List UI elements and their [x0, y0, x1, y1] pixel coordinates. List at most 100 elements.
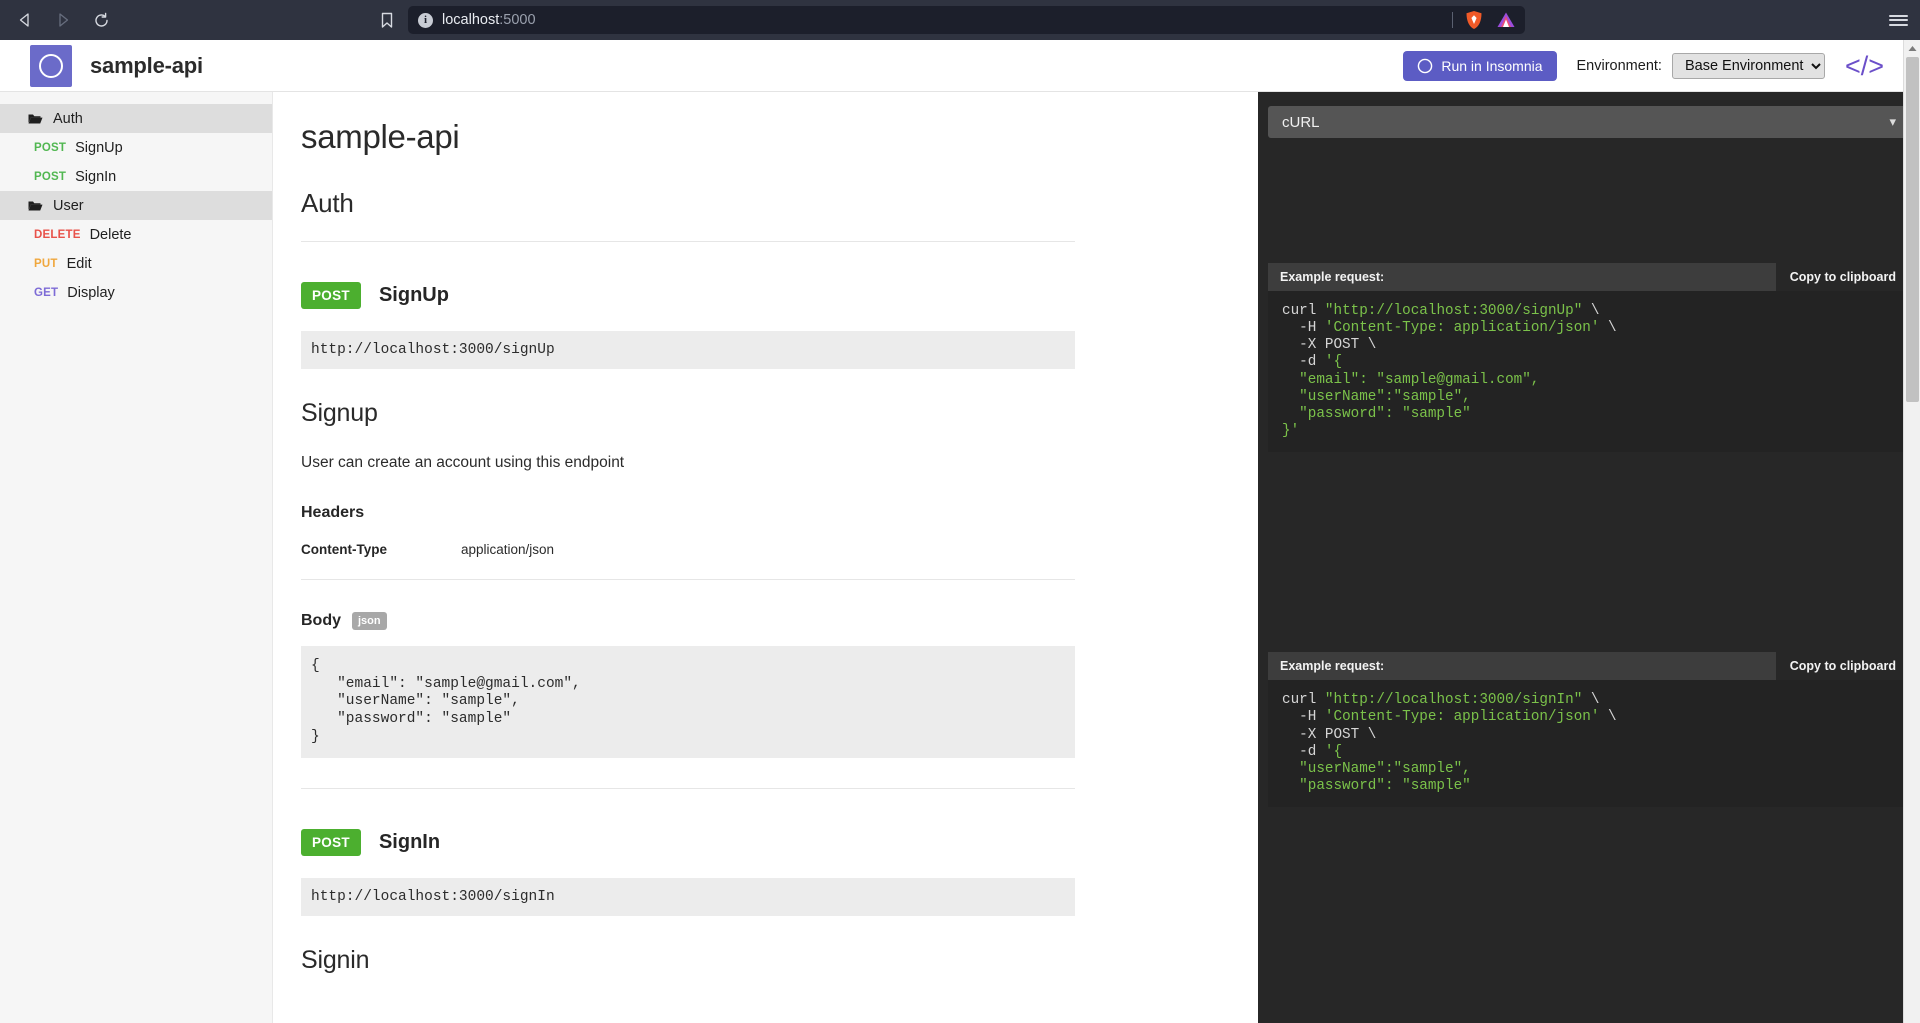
- endpoint-signin: POST SignIn http://localhost:3000/signIn…: [301, 829, 1075, 975]
- info-icon[interactable]: i: [418, 12, 433, 28]
- hamburger-menu-icon: [1889, 12, 1908, 28]
- header-row: Content-Type application/json: [301, 542, 1075, 580]
- method-badge: POST: [34, 170, 67, 183]
- brave-shield-icon[interactable]: [1463, 9, 1485, 31]
- doc-title: sample-api: [301, 118, 460, 155]
- curl-code-block: curl "http://localhost:3000/signIn" \ -H…: [1268, 680, 1910, 808]
- brand: sample-api: [30, 44, 203, 87]
- address-port: :5000: [499, 12, 536, 28]
- reload-button[interactable]: [86, 5, 116, 35]
- method-badge: POST: [301, 829, 361, 857]
- example-request-signin: Example request: Copy to clipboard curl …: [1268, 652, 1910, 808]
- section-divider: [301, 788, 1075, 790]
- sidebar-item-display[interactable]: GET Display: [0, 278, 272, 307]
- sidebar-item-label: SignIn: [75, 168, 117, 185]
- environment-label: Environment:: [1576, 58, 1662, 74]
- header-value: application/json: [461, 542, 555, 557]
- brave-logo-icon[interactable]: [1495, 9, 1517, 31]
- body-code-block: { "email": "sample@gmail.com", "userName…: [301, 646, 1075, 759]
- forward-button[interactable]: [48, 5, 78, 35]
- endpoint-url: http://localhost:3000/signIn: [301, 878, 1075, 917]
- sidebar-item-signin[interactable]: POST SignIn: [0, 162, 272, 191]
- doc-group-title: Auth: [301, 188, 1075, 242]
- address-bar[interactable]: i localhost:5000: [408, 6, 1525, 34]
- chevron-down-icon: ▾: [1889, 114, 1896, 129]
- method-badge: DELETE: [34, 228, 81, 241]
- insomnia-moon-logo: [30, 44, 72, 87]
- method-badge: POST: [301, 282, 361, 309]
- documentation-content: sample-api Auth POST SignUp http://local…: [273, 118, 1093, 975]
- sidebar-item-delete[interactable]: DELETE Delete: [0, 220, 272, 249]
- example-header: Example request: Copy to clipboard: [1268, 263, 1910, 291]
- app-header: sample-api Run in Insomnia Environment: …: [0, 40, 1920, 92]
- endpoint-name: SignUp: [378, 284, 449, 306]
- method-badge: POST: [34, 141, 67, 154]
- body-format-badge: json: [352, 612, 387, 630]
- sidebar-item-label: Display: [67, 284, 115, 301]
- sidebar-folder-label: Auth: [53, 110, 83, 127]
- language-select-value: cURL: [1282, 113, 1320, 131]
- header-actions: Run in Insomnia Environment: Base Enviro…: [1403, 40, 1884, 92]
- environment-select[interactable]: Base Environment: [1671, 53, 1825, 79]
- language-select[interactable]: cURL ▾: [1268, 106, 1910, 138]
- endpoint-heading: Signin: [301, 946, 370, 975]
- environment-selector: Environment: Base Environment: [1577, 53, 1825, 79]
- bookmark-button[interactable]: [380, 12, 394, 29]
- sidebar-item-label: Edit: [66, 255, 92, 272]
- browser-menu-button[interactable]: [1889, 0, 1908, 40]
- sidebar-folder-user[interactable]: User: [0, 191, 272, 220]
- curl-code-block: curl "http://localhost:3000/signUp" \ -H…: [1268, 291, 1910, 453]
- copy-to-clipboard-button[interactable]: Copy to clipboard: [1775, 652, 1910, 681]
- body-header: Body json: [301, 612, 1075, 630]
- endpoint-heading: Signup: [301, 399, 378, 427]
- code-view-icon[interactable]: </>: [1845, 52, 1884, 80]
- headers-title: Headers: [301, 504, 365, 521]
- insomnia-docs-app: sample-api Run in Insomnia Environment: …: [0, 40, 1920, 1023]
- back-arrow-icon: [19, 13, 29, 27]
- sidebar-folder-auth[interactable]: Auth: [0, 104, 272, 133]
- forward-arrow-icon: [59, 13, 69, 27]
- sidebar-item-label: SignUp: [75, 139, 123, 156]
- sidebar-item-signup[interactable]: POST SignUp: [0, 133, 272, 162]
- back-button[interactable]: [10, 5, 40, 35]
- address-bar-zone: i localhost:5000: [380, 6, 1525, 34]
- method-badge: GET: [34, 286, 59, 299]
- run-in-insomnia-button[interactable]: Run in Insomnia: [1403, 51, 1557, 81]
- page-title: sample-api: [90, 52, 203, 78]
- example-label: Example request:: [1280, 270, 1385, 284]
- endpoint-name: SignIn: [378, 831, 441, 854]
- sidebar-item-label: Delete: [89, 226, 132, 243]
- app-body: Auth POST SignUp POST SignIn User DELETE…: [0, 92, 1920, 1023]
- address-bar-actions: [1452, 6, 1517, 34]
- method-badge: PUT: [34, 257, 58, 270]
- browser-nav-buttons: [0, 5, 116, 35]
- scrollbar-thumb[interactable]: [1906, 57, 1919, 402]
- endpoint-header: POST SignUp: [301, 282, 1075, 309]
- example-request-signup: Example request: Copy to clipboard curl …: [1268, 263, 1910, 453]
- sidebar: Auth POST SignUp POST SignIn User DELETE…: [0, 92, 272, 1023]
- endpoint-signup: POST SignUp http://localhost:3000/signUp…: [301, 282, 1075, 759]
- divider: [1452, 12, 1453, 28]
- sidebar-item-edit[interactable]: PUT Edit: [0, 249, 272, 278]
- address-bar-text: localhost:5000: [442, 12, 536, 28]
- endpoint-url: http://localhost:3000/signUp: [301, 331, 1075, 369]
- folder-open-icon: [28, 114, 43, 123]
- endpoint-header: POST SignIn: [301, 829, 1075, 857]
- browser-toolbar: i localhost:5000: [0, 0, 1920, 40]
- copy-to-clipboard-button[interactable]: Copy to clipboard: [1775, 263, 1910, 291]
- reload-icon: [94, 12, 108, 27]
- folder-open-icon: [28, 201, 43, 210]
- body-title: Body: [301, 612, 341, 629]
- run-button-label: Run in Insomnia: [1441, 58, 1543, 74]
- page-scrollbar[interactable]: [1903, 40, 1920, 1023]
- scroll-up-button[interactable]: [1904, 40, 1920, 57]
- insomnia-moon-icon: [1418, 58, 1433, 74]
- address-host: localhost: [442, 12, 500, 28]
- example-header: Example request: Copy to clipboard: [1268, 652, 1910, 681]
- header-key: Content-Type: [301, 542, 387, 557]
- example-label: Example request:: [1280, 659, 1385, 674]
- documentation-pane: sample-api Auth POST SignUp http://local…: [272, 92, 1258, 1023]
- chevron-up-icon: [1908, 46, 1916, 51]
- sidebar-folder-label: User: [53, 197, 84, 214]
